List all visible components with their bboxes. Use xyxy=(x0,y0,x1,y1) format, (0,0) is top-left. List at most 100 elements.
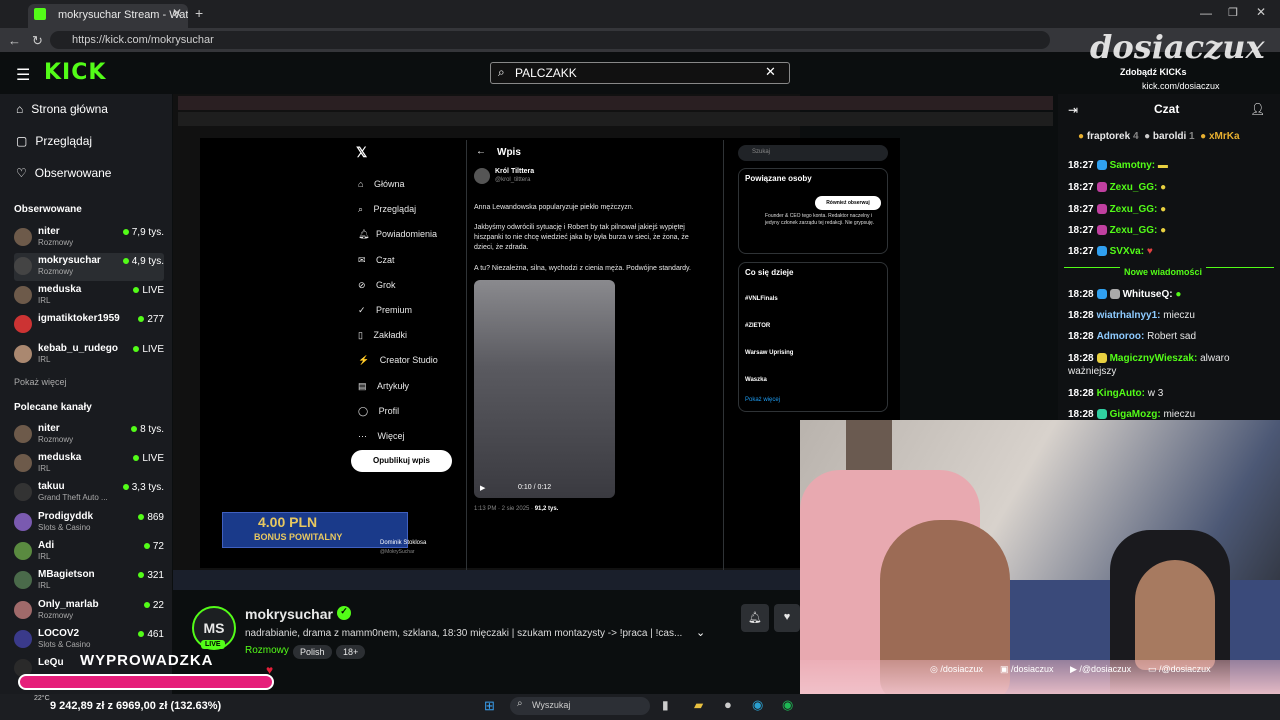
twitter-nav-item[interactable]: ▯ Zakładki xyxy=(358,323,438,348)
followed-channel[interactable]: mokrysuchar Rozmowy 4,9 tys. xyxy=(14,253,164,281)
heart-icon: ♥ xyxy=(266,663,274,677)
twitter-nav-item[interactable]: ⌂ Główna xyxy=(358,172,438,197)
windows-start-icon[interactable]: ⊞ xyxy=(484,698,495,714)
recommended-channel[interactable]: Prodigyddk Slots & Casino 869 xyxy=(14,509,164,537)
follow-button[interactable]: Również obserwuj xyxy=(815,196,881,210)
search-input[interactable]: PALCZAKK xyxy=(490,62,790,84)
chevron-down-icon[interactable]: ⌄ xyxy=(696,626,705,639)
tag-language[interactable]: Polish xyxy=(293,645,332,659)
trend-item[interactable]: Warsaw Uprising xyxy=(745,350,793,356)
leader-name: fraptorek xyxy=(1086,131,1131,142)
msg-user[interactable]: wiatrhalnyy1: xyxy=(1097,310,1161,321)
new-tab-icon[interactable]: + xyxy=(195,5,203,21)
nav-browse[interactable]: ▢ Przeglądaj xyxy=(16,134,92,148)
nav-home[interactable]: ⌂ Strona główna xyxy=(16,102,108,116)
twitter-nav-item[interactable]: ⌕ Przeglądaj xyxy=(358,197,438,222)
notify-bell-icon[interactable]: 🔔︎ xyxy=(741,604,769,632)
channel-name: meduska xyxy=(38,284,82,295)
msg-user[interactable]: GigaMozg: xyxy=(1110,409,1161,420)
viewer-count: 461 xyxy=(147,629,164,640)
msg-time: 18:28 xyxy=(1068,388,1094,399)
trend-item[interactable]: Waszka xyxy=(745,377,767,383)
trends-box xyxy=(738,262,888,412)
twitter-search-input[interactable]: Szukaj xyxy=(738,145,888,161)
users-icon[interactable]: 👤︎ xyxy=(1250,102,1265,116)
close-tab-icon[interactable]: ✕ xyxy=(172,6,182,20)
back-icon[interactable]: ← xyxy=(8,33,21,48)
minimize-icon[interactable]: — xyxy=(1200,6,1212,20)
folder-icon[interactable]: ▰ xyxy=(694,698,703,712)
category-link[interactable]: Rozmowy xyxy=(245,645,289,656)
recommended-channel[interactable]: Adi IRL 72 xyxy=(14,538,164,566)
followed-channel[interactable]: niter Rozmowy 7,9 tys. xyxy=(14,224,164,252)
twitter-nav-item[interactable]: ⋯ Więcej xyxy=(358,424,438,449)
twitter-nav-item[interactable]: ⊘ Grok xyxy=(358,273,438,298)
trend-item[interactable]: #ZIETOR xyxy=(745,323,770,329)
recommended-channel[interactable]: takuu Grand Theft Auto ... 3,3 tys. xyxy=(14,479,164,507)
channel-category: Rozmowy xyxy=(38,435,74,444)
msg-user[interactable]: SVXva: xyxy=(1110,246,1144,257)
taskview-icon[interactable]: ▮ xyxy=(662,698,669,712)
spotify-icon[interactable]: ◉ xyxy=(782,697,793,713)
tweet-author[interactable]: Król Tilttera xyxy=(495,168,534,175)
twitter-nav-item[interactable]: ✓ Premium xyxy=(358,298,438,323)
msg-user[interactable]: Zexu_GG: xyxy=(1110,204,1158,215)
chat-message: 18:27 Zexu_GG: ● xyxy=(1068,225,1166,236)
msg-time: 18:28 xyxy=(1068,310,1094,321)
reload-icon[interactable]: ↻ xyxy=(32,33,43,49)
recommended-channel[interactable]: niter Rozmowy 8 tys. xyxy=(14,421,164,449)
show-more-followed[interactable]: Pokaż więcej xyxy=(14,377,67,387)
url-input[interactable]: https://kick.com/mokrysuchar xyxy=(50,31,1050,49)
clear-search-icon[interactable]: ✕ xyxy=(765,64,776,80)
recommended-channel[interactable]: MBagietson IRL 321 xyxy=(14,567,164,595)
msg-user[interactable]: WhituseQ: xyxy=(1123,289,1173,300)
back-arrow-icon[interactable]: ← xyxy=(476,146,486,157)
chat-message: 18:28 Admoroo: Robert sad xyxy=(1068,331,1196,342)
followed-channel[interactable]: kebab_u_rudego IRL LIVE xyxy=(14,341,164,369)
twitter-nav-item[interactable]: 🔔︎ Powiadomienia xyxy=(358,222,438,247)
tweet-handle[interactable]: @krol_tilttera xyxy=(495,177,530,183)
nav-following-label: Obserwowane xyxy=(34,166,112,180)
kick-logo[interactable]: KICK xyxy=(44,60,106,85)
twitter-nav-item[interactable]: ▤ Artykuły xyxy=(358,374,438,399)
menu-icon[interactable]: ☰ xyxy=(16,65,30,85)
play-icon[interactable]: ▶ xyxy=(480,484,485,492)
msg-user[interactable]: Admoroo: xyxy=(1097,331,1145,342)
browser-tab[interactable]: mokrysuchar Stream - Watc xyxy=(28,4,188,28)
windows-search-input[interactable]: Wyszukaj xyxy=(510,697,650,715)
msg-user[interactable]: MagicznyWieszak: xyxy=(1110,353,1198,364)
trend-item[interactable]: #VNLFinals xyxy=(745,296,778,302)
followed-channel[interactable]: meduska IRL LIVE xyxy=(14,282,164,310)
tweet-video[interactable] xyxy=(474,280,615,498)
twitter-nav-item[interactable]: ◯ Profil xyxy=(358,399,438,424)
nav-label: Czat xyxy=(376,254,395,265)
app-icon[interactable]: ● xyxy=(724,697,732,712)
msg-user[interactable]: Zexu_GG: xyxy=(1110,225,1158,236)
follow-heart-icon[interactable]: ♥ xyxy=(774,604,800,632)
close-window-icon[interactable]: ✕ xyxy=(1256,5,1266,19)
msg-user[interactable]: KingAuto: xyxy=(1097,388,1145,399)
nav-following[interactable]: ♡ Obserwowane xyxy=(16,166,111,180)
channel-name[interactable]: mokrysuchar xyxy=(245,606,333,622)
twitter-nav-item[interactable]: ⚡ Creator Studio xyxy=(358,348,438,373)
recommended-channel[interactable]: meduska IRL LIVE xyxy=(14,450,164,478)
collapse-chat-icon[interactable]: ⇥ xyxy=(1068,103,1078,117)
recommended-channel[interactable]: LOCOV2 Slots & Casino 461 xyxy=(14,626,164,654)
maximize-icon[interactable]: ❐ xyxy=(1228,6,1238,19)
followed-heading: Obserwowane xyxy=(14,204,82,215)
followed-channel[interactable]: igmatiktoker1959 277 xyxy=(14,311,164,339)
trends-show-more[interactable]: Pokaż więcej xyxy=(745,397,780,403)
viewer-count: 277 xyxy=(147,314,164,325)
recommended-channel[interactable]: Only_marlab Rozmowy 22 xyxy=(14,597,164,625)
channel-name: niter xyxy=(38,226,60,237)
live-badge: LIVE xyxy=(201,640,225,649)
msg-user[interactable]: Samotny: xyxy=(1110,160,1156,171)
msg-user[interactable]: Zexu_GG: xyxy=(1110,182,1158,193)
edge-icon[interactable]: ◉ xyxy=(752,697,763,713)
tag-mature[interactable]: 18+ xyxy=(336,645,366,659)
twitter-nav-item[interactable]: ✉ Czat xyxy=(358,248,438,273)
avatar xyxy=(474,168,490,184)
post-button[interactable]: Opublikuj wpis xyxy=(351,450,452,472)
avatar xyxy=(14,228,32,246)
view-count: 91,2 tys. xyxy=(534,506,559,512)
